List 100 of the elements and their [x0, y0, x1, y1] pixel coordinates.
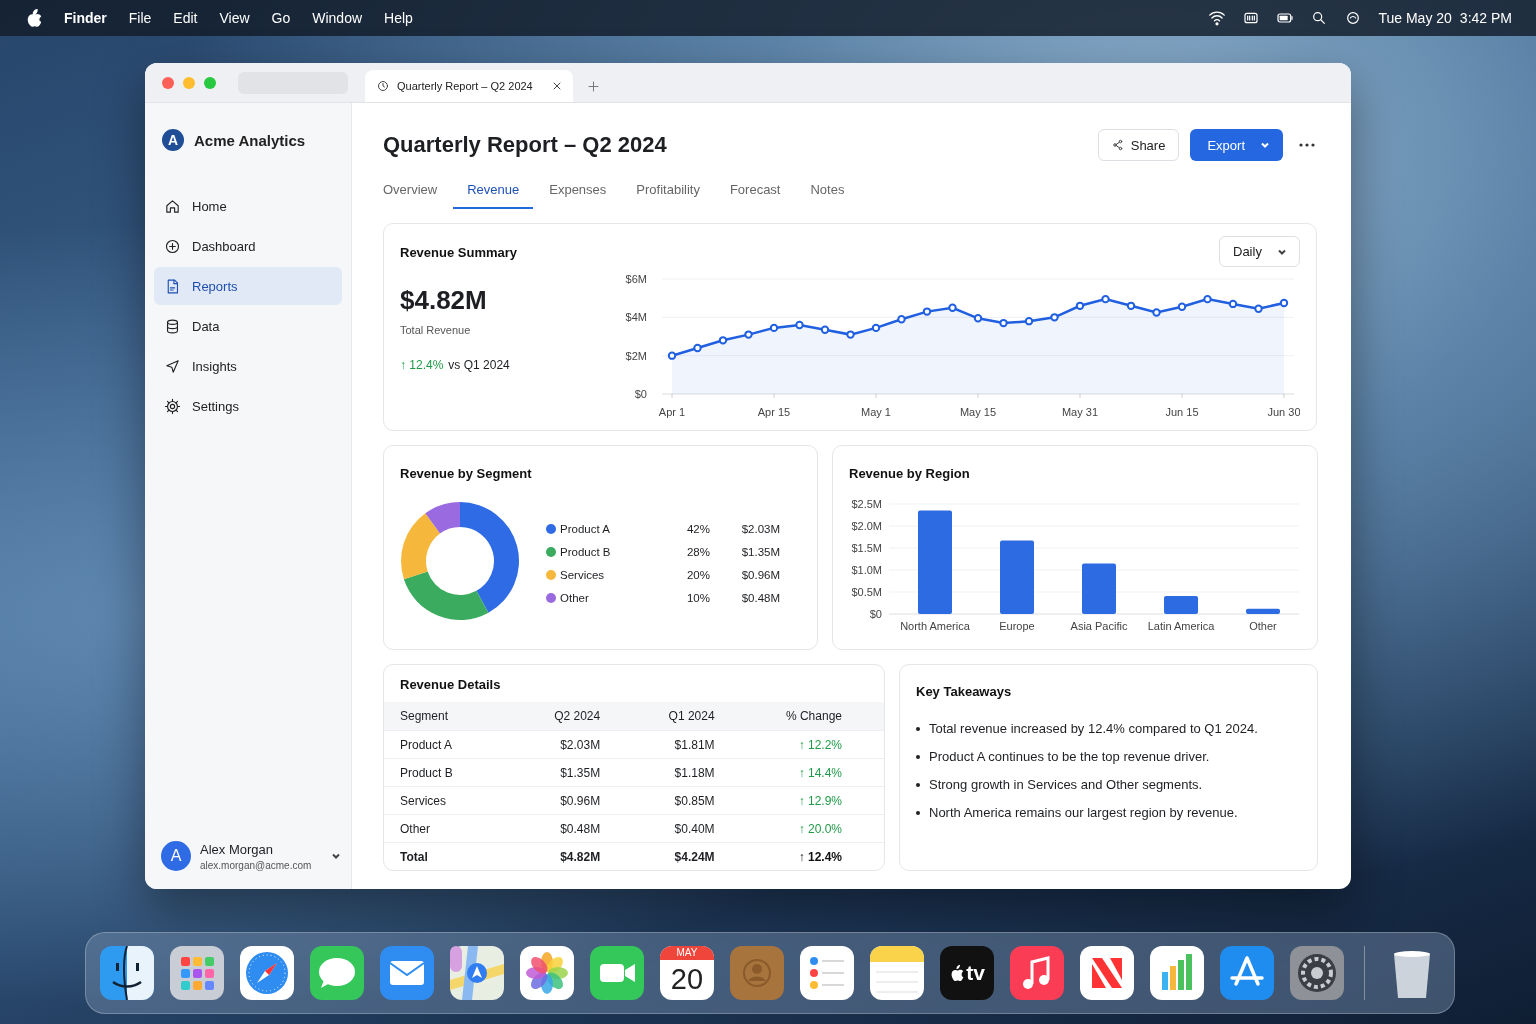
card-title: Revenue Details	[399, 677, 502, 694]
legend-amount: $0.48M	[740, 591, 780, 604]
axis-label: May 1	[861, 406, 891, 418]
point	[922, 307, 932, 316]
point	[1101, 294, 1110, 304]
legend-amount: $1.35M	[740, 545, 780, 558]
legend-label: Product B	[560, 545, 612, 558]
clock-icon	[377, 80, 389, 92]
notepad-icon[interactable]	[870, 946, 924, 1000]
map-icon[interactable]	[450, 946, 504, 1000]
card-title: Key Takeaways	[916, 684, 1013, 699]
table-cell: $0.85M	[642, 786, 757, 815]
table-cell: ↑ 20.0%	[756, 814, 884, 843]
table-cell: $4.24M	[642, 842, 757, 870]
bar-chart-icon[interactable]	[1150, 946, 1204, 1000]
sidebar-item[interactable]: Insights	[154, 347, 342, 385]
new-tab-icon[interactable]	[587, 80, 600, 93]
menu-item[interactable]: View	[219, 10, 250, 26]
user-email: alex.morgan@acme.com	[200, 859, 313, 871]
brand-name: Acme Analytics	[194, 131, 306, 149]
axis-label: $1.5M	[851, 542, 882, 554]
takeaway-text: Strong growth in Services and Other segments.	[929, 777, 1203, 792]
control-center-icon[interactable]	[1242, 10, 1261, 26]
menu-item[interactable]: File	[128, 10, 152, 26]
point	[973, 314, 983, 323]
point	[948, 303, 957, 312]
point	[1279, 298, 1289, 308]
menu-item[interactable]: Help	[384, 10, 413, 26]
legend-label: Services	[560, 568, 606, 581]
axis-label: $2.5M	[851, 498, 882, 510]
point	[667, 351, 677, 360]
envelope-icon[interactable]	[380, 946, 434, 1000]
calendar-month: MAY	[660, 946, 714, 960]
sidebar-item[interactable]: Dashboard	[154, 227, 342, 265]
sidebar-item[interactable]: Settings	[154, 387, 342, 425]
point	[1050, 313, 1059, 322]
calendar-day: 20	[670, 960, 704, 998]
axis-label: Other	[1249, 620, 1277, 632]
sidebar-item[interactable]: Data	[154, 307, 342, 345]
menu-item[interactable]: Go	[271, 10, 291, 26]
close-icon[interactable]	[551, 80, 563, 92]
app-grid-icon[interactable]	[170, 946, 224, 1000]
music-note-icon[interactable]	[1010, 946, 1064, 1000]
point	[795, 320, 804, 330]
menu-item[interactable]: Finder	[64, 10, 107, 26]
axis-label: Apr 1	[658, 406, 686, 418]
comparison-label: vs Q1 2024	[448, 358, 510, 372]
axis-label: $2M	[625, 349, 647, 362]
flower-icon[interactable]	[520, 946, 574, 1000]
app-store-icon[interactable]	[1220, 946, 1274, 1000]
tab[interactable]: Overview	[369, 171, 452, 209]
apple-icon	[949, 964, 966, 982]
wifi-icon[interactable]	[1208, 10, 1227, 26]
column-header: % Change	[756, 702, 884, 731]
close-button[interactable]	[162, 76, 174, 89]
bullet-icon	[916, 754, 920, 759]
point	[871, 323, 881, 333]
tv-icon[interactable]: tv	[940, 946, 994, 1000]
menu-item[interactable]: Window	[312, 10, 363, 26]
apple-icon[interactable]	[26, 9, 42, 27]
page-title: Quarterly Report – Q2 2024	[383, 132, 668, 158]
menu-item[interactable]: Edit	[173, 10, 198, 26]
period-dropdown[interactable]: Daily	[1219, 236, 1300, 267]
tab[interactable]: Forecast	[715, 171, 795, 209]
legend-label: Other	[560, 591, 590, 604]
tab[interactable]: Expenses	[535, 171, 621, 209]
table-cell: $2.03M	[527, 730, 643, 759]
checklist-icon[interactable]	[800, 946, 854, 1000]
axis-label: $2.0M	[851, 520, 882, 532]
point	[1075, 301, 1085, 311]
tab[interactable]: Notes	[796, 171, 859, 209]
smiling-face-icon[interactable]	[100, 946, 154, 1000]
point	[1203, 294, 1212, 304]
table-cell: Product A	[384, 730, 528, 759]
news-icon[interactable]	[1080, 946, 1134, 1000]
tab[interactable]: Profitability	[622, 171, 714, 209]
speech-bubble-icon[interactable]	[310, 946, 364, 1000]
settings-icon	[164, 397, 181, 415]
table-cell: $0.96M	[527, 786, 643, 815]
sidebar-item[interactable]: Home	[154, 187, 342, 225]
table-cell: Services	[384, 786, 528, 815]
point	[1126, 301, 1136, 311]
point	[820, 325, 830, 334]
browser-tab[interactable]: Quarterly Report – Q2 2024	[365, 70, 573, 102]
video-camera-icon[interactable]	[590, 946, 644, 1000]
compass-icon[interactable]	[240, 946, 294, 1000]
axis-label: May 15	[959, 406, 997, 418]
calendar-icon[interactable]: MAY 20	[660, 946, 714, 1000]
battery-icon[interactable]	[1276, 10, 1295, 26]
axis-label: $0	[869, 608, 882, 620]
user-name: Alex Morgan	[200, 841, 274, 857]
table-cell: $0.48M	[527, 814, 643, 843]
share-button[interactable]: Share	[1097, 129, 1180, 161]
sidebar-item[interactable]: Reports	[154, 267, 342, 305]
tab[interactable]: Revenue	[453, 171, 534, 209]
export-button[interactable]: Export	[1190, 129, 1283, 161]
gear-icon[interactable]	[1290, 946, 1344, 1000]
legend-amount: $2.03M	[740, 522, 780, 535]
point	[1254, 304, 1263, 313]
axis-label: Apr 15	[757, 406, 791, 418]
